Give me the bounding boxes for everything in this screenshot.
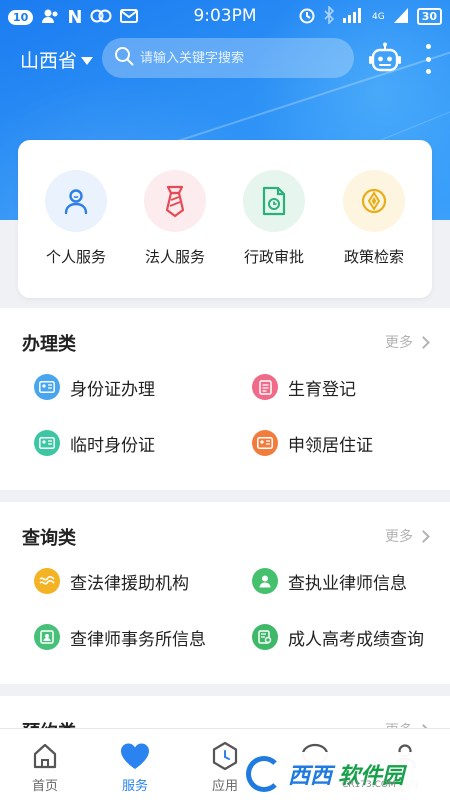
alarm-icon [298,6,316,27]
tab-services[interactable]: 服务 [90,741,180,794]
network-type: 4G [371,11,385,22]
home-icon [0,741,90,771]
item-label: 申领居住证 [288,435,373,456]
item-lawyer-info[interactable]: 查执业律师信息 [252,568,407,594]
status-bar: 10 N 9:03PM 4G 30 [0,0,450,32]
lawyer-icon [252,568,278,594]
law-firm-icon [34,624,60,650]
item-label: 生育登记 [288,379,356,400]
item-label: 查执业律师信息 [288,573,407,594]
service-administrative-approval[interactable]: 行政审批 [224,170,324,267]
tab-services-label: 服务 [121,779,148,794]
item-id-card[interactable]: 身份证办理 [34,374,155,400]
item-legal-aid[interactable]: 查法律援助机构 [34,568,189,594]
chevron-right-icon [417,529,430,543]
temp-id-card-icon [34,430,60,456]
search-icon [114,46,134,70]
register-book-icon [252,374,278,400]
tie-icon [144,170,206,232]
robot-assistant-icon[interactable] [368,42,402,74]
watermark-text1: 西西 [288,764,333,789]
item-label: 身份证办理 [70,379,155,400]
exam-score-icon [252,624,278,650]
service-legal-person[interactable]: 法人服务 [125,170,225,267]
search-input[interactable] [140,50,340,66]
service-policy-search[interactable]: 政策检索 [324,170,424,267]
item-residence-permit[interactable]: 申领居住证 [252,430,373,456]
approval-document-icon [243,170,305,232]
section-handling-title: 办理类 [22,334,76,355]
legal-aid-icon [34,568,60,594]
item-label: 查律师事务所信息 [70,629,206,650]
province-selector[interactable]: 山西省 [20,46,94,73]
item-birth-registration[interactable]: 生育登记 [252,374,356,400]
tab-home[interactable]: 首页 [0,741,90,794]
item-label: 成人高考成绩查询 [288,629,424,650]
section-handling-more[interactable]: 更多 [385,332,430,352]
signal-icon [342,7,364,26]
signal-2-icon [393,7,409,26]
item-label: 查法律援助机构 [70,573,189,594]
service-personal[interactable]: 个人服务 [26,170,126,267]
chevron-right-icon [417,335,430,349]
item-adult-exam-score[interactable]: 成人高考成绩查询 [252,624,424,650]
item-law-firm-info[interactable]: 查律师事务所信息 [34,624,206,650]
watermark-c-icon [246,756,282,792]
service-legal-person-label: 法人服务 [144,248,205,266]
item-temporary-id-card[interactable]: 临时身份证 [34,430,155,456]
bluetooth-icon [324,5,335,27]
more-options-icon[interactable] [424,44,432,74]
service-policy-search-label: 政策检索 [343,248,404,266]
section-query-more[interactable]: 更多 [385,526,430,546]
section-handling: 办理类 更多 身份证办理 生育登记 临时身份证 申领居住证 [0,308,450,490]
id-card-icon [34,374,60,400]
policy-diamond-icon [343,170,405,232]
caret-down-icon [81,56,94,65]
service-entry-card: 个人服务 法人服务 行政审批 政策检索 [18,140,432,298]
service-personal-label: 个人服务 [45,248,106,266]
section-query-title: 查询类 [22,528,76,549]
province-label: 山西省 [20,50,78,72]
tab-home-label: 首页 [31,779,58,794]
section-query: 查询类 更多 查法律援助机构 查执业律师信息 查律师事务所信息 成人高考成绩查询 [0,502,450,684]
watermark-url: CR173.COM [342,780,396,790]
heart-icon [90,741,180,771]
residence-card-icon [252,430,278,456]
tab-apps-label: 应用 [211,779,238,794]
watermark-logo: 西西 软件园 CR173.COM [238,752,448,796]
battery-indicator: 30 [416,8,442,25]
search-bar[interactable] [102,38,354,78]
service-administrative-approval-label: 行政审批 [243,248,304,266]
more-label: 更多 [385,335,413,351]
item-label: 临时身份证 [70,435,155,456]
person-icon [45,170,107,232]
more-label: 更多 [385,529,413,545]
